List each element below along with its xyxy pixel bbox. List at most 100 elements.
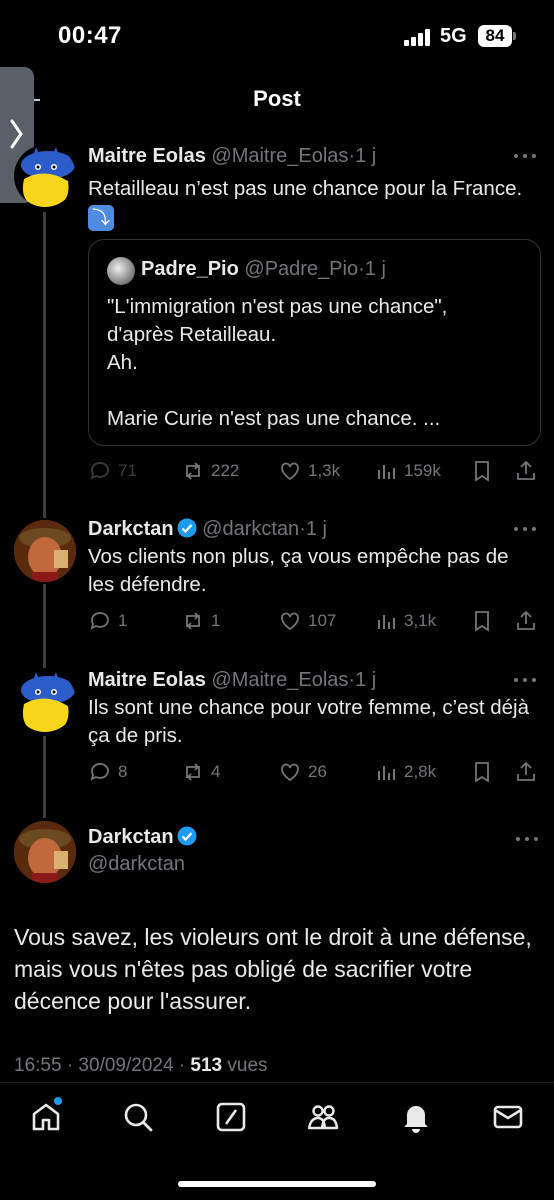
author-handle[interactable]: @darkctan <box>202 518 299 540</box>
repost-icon <box>186 612 200 630</box>
repost-count: 222 <box>211 461 240 480</box>
communities-icon <box>307 1105 339 1130</box>
bookmark-icon <box>475 461 489 482</box>
reply-icon <box>90 612 109 630</box>
views-icon <box>378 465 395 479</box>
like-count: 107 <box>308 611 337 630</box>
views-icon <box>378 766 395 780</box>
reply-icon <box>90 763 109 781</box>
main-views-label: vues <box>227 1055 268 1076</box>
author-name[interactable]: Maitre Eolas <box>88 145 206 167</box>
author-handle[interactable]: @Maitre_Eolas <box>211 145 348 167</box>
views-button[interactable]: 3,1k <box>374 607 436 635</box>
avatar[interactable] <box>14 821 76 883</box>
more-icon[interactable] <box>514 518 538 538</box>
quoted-post[interactable]: Padre_Pio @Padre_Pio·1 j "L'immigration … <box>88 239 541 446</box>
bookmark-button[interactable] <box>470 758 500 786</box>
share-button[interactable] <box>514 457 544 485</box>
thread-line <box>43 584 46 668</box>
repost-count: 1 <box>211 611 221 630</box>
reply-button[interactable]: 8 <box>88 758 127 786</box>
reply-count: 8 <box>118 762 128 781</box>
quote-line: d'après Retailleau. <box>107 323 277 346</box>
quote-meta: Padre_Pio @Padre_Pio·1 j <box>141 258 386 281</box>
avatar[interactable] <box>14 520 76 582</box>
grok-icon <box>216 1102 246 1132</box>
bookmark-button[interactable] <box>470 607 500 635</box>
more-icon[interactable] <box>514 669 538 689</box>
quote-spacer <box>107 377 447 405</box>
battery-icon: 84 <box>478 25 512 47</box>
post-item[interactable]: Maitre Eolas @Maitre_Eolas·1 j Ils sont … <box>88 667 540 750</box>
reply-button[interactable]: 1 <box>88 607 127 635</box>
views-button[interactable]: 159k <box>374 457 441 485</box>
reply-count: 71 <box>118 461 137 480</box>
avatar <box>107 257 135 285</box>
status-bar: 00:47 5G 84 <box>0 0 554 72</box>
post-item[interactable]: Darkctan @darkctan·1 j Vos clients non p… <box>88 516 540 599</box>
separator: · <box>358 258 365 280</box>
share-button[interactable] <box>514 607 544 635</box>
nav-search[interactable] <box>120 1099 156 1135</box>
post-item[interactable]: Maitre Eolas @Maitre_Eolas·1 j Retaillea… <box>88 143 540 231</box>
repost-count: 4 <box>211 762 221 781</box>
messages-icon <box>493 1105 523 1129</box>
quote-line: "L'immigration n'est pas une chance", <box>107 295 448 318</box>
avatar[interactable] <box>14 670 76 732</box>
notifications-icon <box>404 1106 428 1133</box>
quote-author-handle: @Padre_Pio <box>244 258 359 280</box>
post-text: Retailleau n’est pas une chance pour la … <box>88 177 523 200</box>
chevron-right-icon <box>10 119 23 149</box>
quote-author-name: Padre_Pio <box>141 258 239 280</box>
quote-text: "L'immigration n'est pas une chance", d'… <box>107 293 447 433</box>
heart-icon <box>281 763 299 782</box>
more-icon[interactable] <box>514 145 538 165</box>
bookmark-icon <box>475 762 489 783</box>
views-button[interactable]: 2,8k <box>374 758 436 786</box>
status-time: 00:47 <box>58 22 122 49</box>
main-author-handle[interactable]: @darkctan <box>88 853 185 876</box>
post-actions: 1 1 107 3,1k <box>88 607 540 635</box>
like-button[interactable]: 1,3k <box>278 457 340 485</box>
quote-time: 1 j <box>364 258 386 280</box>
like-button[interactable]: 107 <box>278 607 336 635</box>
like-button[interactable]: 26 <box>278 758 327 786</box>
share-button[interactable] <box>514 758 544 786</box>
nav-grok[interactable] <box>213 1099 249 1135</box>
nav-communities[interactable] <box>305 1099 341 1135</box>
reply-button[interactable]: 71 <box>88 457 137 485</box>
post-meta: Darkctan @darkctan·1 j <box>88 516 540 542</box>
post-text: Vos clients non plus, ça vous empêche pa… <box>88 545 509 596</box>
repost-button[interactable]: 222 <box>181 457 239 485</box>
bookmark-icon <box>475 611 489 632</box>
bookmark-button[interactable] <box>470 457 500 485</box>
repost-icon <box>186 763 200 781</box>
more-icon[interactable] <box>516 828 540 848</box>
heart-icon <box>281 612 299 631</box>
post-meta: Maitre Eolas @Maitre_Eolas·1 j <box>88 143 540 169</box>
post-actions: 71 222 1,3k 159k <box>88 457 540 485</box>
like-count: 26 <box>308 762 327 781</box>
author-handle[interactable]: @Maitre_Eolas <box>211 669 348 691</box>
main-post-footer: 16:55 · 30/09/2024 · 513 vues <box>14 1055 268 1077</box>
share-icon <box>517 610 535 630</box>
repost-button[interactable]: 1 <box>181 607 220 635</box>
repost-button[interactable]: 4 <box>181 758 220 786</box>
post-actions: 8 4 26 2,8k <box>88 758 540 786</box>
author-name[interactable]: Darkctan <box>88 518 174 540</box>
verified-badge-icon <box>177 826 197 846</box>
reply-icon <box>90 462 109 480</box>
avatar[interactable] <box>14 145 76 207</box>
main-author-name-text: Darkctan <box>88 826 174 848</box>
main-author-name[interactable]: Darkctan <box>88 826 197 849</box>
share-icon <box>517 460 535 480</box>
nav-messages[interactable] <box>490 1099 526 1135</box>
views-count: 3,1k <box>404 611 437 630</box>
nav-notifications[interactable] <box>398 1099 434 1135</box>
like-count: 1,3k <box>308 461 341 480</box>
quote-line: Marie Curie n'est pas une chance. ... <box>107 407 441 430</box>
home-indicator <box>178 1181 376 1187</box>
author-name[interactable]: Maitre Eolas <box>88 669 206 691</box>
header: Post <box>0 72 554 130</box>
nav-home[interactable] <box>28 1097 64 1135</box>
